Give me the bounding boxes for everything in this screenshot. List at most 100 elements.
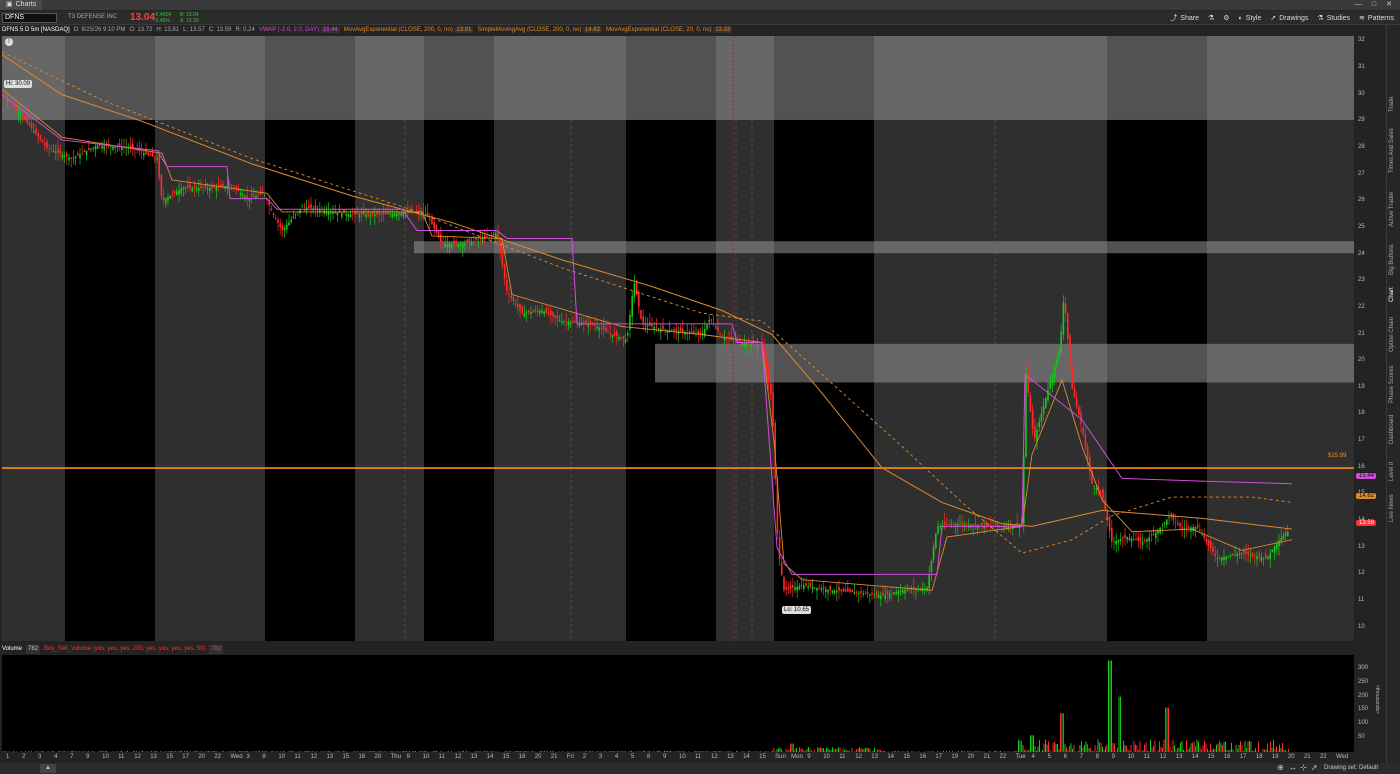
- candle-body: [1078, 406, 1080, 415]
- time-tick: 12: [310, 754, 318, 760]
- time-tick: 10: [679, 754, 686, 760]
- time-tick: Sun: [775, 754, 786, 760]
- candle-body: [1225, 556, 1227, 560]
- candle-body: [1062, 302, 1065, 335]
- info-icon[interactable]: !: [5, 38, 13, 46]
- time-tick: Wed: [230, 754, 243, 760]
- gadget-tab[interactable]: Dashboard: [1389, 414, 1395, 443]
- price-tick: 10: [1358, 623, 1365, 630]
- gadget-tab[interactable]: Trade: [1389, 97, 1395, 112]
- candle-body: [79, 154, 81, 159]
- bar-close: C: 13.59: [208, 27, 232, 33]
- volume-axis[interactable]: <thousands> 300 250 200 150 100 50: [1354, 655, 1386, 752]
- drawing-set-label[interactable]: Drawing set: Default: [1324, 765, 1378, 771]
- candle-body: [55, 151, 57, 153]
- candle-body: [523, 312, 526, 318]
- volume-chart-svg[interactable]: [2, 655, 1354, 752]
- charts-tab[interactable]: ▣ Charts: [0, 0, 43, 10]
- gear-icon[interactable]: ⚙: [1223, 14, 1229, 22]
- candle-body: [783, 576, 785, 591]
- candle-body: [541, 310, 543, 313]
- price-tick: 26: [1358, 197, 1365, 204]
- price-axis[interactable]: 3231302928272625242322212019181716151413…: [1354, 36, 1386, 641]
- candle-body: [209, 187, 211, 191]
- study-ema200[interactable]: MovAvgExponential (CLOSE, 200, 0, no) 13…: [344, 26, 474, 35]
- bid-ask: B: 13.04 A: 13.39: [180, 12, 199, 24]
- gadget-tab[interactable]: Times And Sales: [1389, 128, 1395, 173]
- candle-body: [26, 115, 28, 123]
- collapse-button[interactable]: ▲: [40, 764, 56, 773]
- candle-body: [147, 152, 149, 155]
- candle-body: [92, 147, 94, 149]
- study-sma200[interactable]: SimpleMovingAvg (CLOSE, 200, 0, no) 14.6…: [477, 26, 603, 35]
- zoom-icon[interactable]: ⊕: [1277, 763, 1284, 772]
- drawings-button[interactable]: ➚ Drawings: [1270, 14, 1308, 23]
- net-change: -0.4554 -3.45%: [154, 12, 171, 24]
- candle-body: [1152, 534, 1155, 535]
- candle-body: [189, 184, 191, 188]
- gadget-tab[interactable]: Phase Scores: [1389, 366, 1395, 403]
- gadget-tab[interactable]: Big Buttons: [1389, 244, 1395, 275]
- candle-body: [906, 589, 908, 591]
- patterns-button[interactable]: ≋ Patterns: [1359, 14, 1394, 23]
- time-tick: 9: [662, 754, 667, 760]
- candle-body: [1064, 303, 1067, 314]
- patterns-icon: ≋: [1359, 15, 1365, 22]
- pointer-icon[interactable]: ➚: [1311, 763, 1318, 772]
- gadget-tab[interactable]: Active Trader: [1389, 192, 1395, 227]
- volume-info-bar: Volume 782 Buy_Sell_Volume (yes, yes, ye…: [2, 645, 224, 654]
- volume-title[interactable]: Volume: [2, 645, 22, 654]
- candle-body: [569, 321, 572, 324]
- pan-icon[interactable]: ↔: [1289, 763, 1297, 772]
- gadget-tab[interactable]: Chart: [1389, 287, 1395, 302]
- candle-body: [814, 587, 816, 589]
- gadget-tab[interactable]: Option Chain: [1389, 317, 1395, 352]
- price-chart[interactable]: Hi: 30.09 Lo: 10.65 $15.99 !: [2, 36, 1354, 641]
- time-tick: 15: [1207, 754, 1215, 760]
- time-tick: 16: [358, 754, 366, 760]
- candle-body: [1251, 552, 1254, 556]
- toolbar-buttons: ⤴ Share ⚗ ⚙ ◐ Style ➚ Drawings ⚗ Studies ≋ Pa…: [1170, 13, 1394, 23]
- price-zone: [414, 241, 1354, 254]
- candle-body: [462, 243, 464, 248]
- candle-body: [215, 187, 218, 191]
- gadget-tab[interactable]: Level II: [1389, 462, 1395, 481]
- candle-body: [904, 590, 906, 594]
- price-chart-svg[interactable]: [2, 36, 1354, 641]
- study-ema20[interactable]: MovAvgExponential (CLOSE, 20, 0, no) 13.…: [606, 26, 733, 35]
- time-tick: 6: [1063, 754, 1067, 760]
- price-tick: 30: [1358, 90, 1365, 97]
- symbol-input[interactable]: DFNS: [2, 13, 57, 23]
- candle-body: [818, 587, 820, 589]
- candle-body: [567, 321, 570, 326]
- flask-icon[interactable]: ⚗: [1208, 14, 1214, 22]
- candle-body: [943, 521, 946, 526]
- study-vwap[interactable]: VWAP (-2.0, 2.0, DAY) 15.44: [259, 26, 340, 35]
- chart-title[interactable]: DFNS 5 D 5m [NASDAQ]: [2, 26, 70, 35]
- candle-body: [506, 279, 508, 291]
- candle-body: [1265, 554, 1267, 559]
- candle-body: [990, 524, 992, 526]
- gadget-tab[interactable]: Live News: [1389, 494, 1395, 522]
- time-tick: 20: [534, 754, 542, 760]
- minimize-icon[interactable]: —: [1355, 0, 1362, 10]
- session-band: [774, 36, 874, 641]
- studies-button[interactable]: ⚗ Studies: [1317, 14, 1350, 23]
- candle-body: [1168, 516, 1170, 518]
- candle-body: [1049, 381, 1051, 389]
- candle-body: [165, 198, 167, 204]
- share-button[interactable]: ⤴ Share: [1170, 13, 1199, 23]
- candle-body: [624, 339, 627, 343]
- candle-body: [1119, 539, 1122, 542]
- time-axis[interactable]: 1 2 3 4 7 9 10 11 12 13 15 17 20 22 Wed 3 8 10 11 12 13 15 16 2…: [2, 753, 1354, 763]
- style-button[interactable]: ◐ Style: [1239, 15, 1262, 22]
- candle-body: [1056, 358, 1058, 365]
- volume-study[interactable]: Buy_Sell_Volume (yes, yes, yes, 200, yes…: [44, 645, 205, 654]
- close-icon[interactable]: ✕: [1386, 0, 1392, 10]
- candle-body: [250, 193, 253, 198]
- crosshair-icon[interactable]: ⊹: [1300, 763, 1307, 772]
- candle-body: [1040, 413, 1043, 422]
- candle-body: [574, 320, 576, 323]
- maximize-icon[interactable]: □: [1372, 0, 1376, 10]
- volume-chart[interactable]: [2, 655, 1354, 752]
